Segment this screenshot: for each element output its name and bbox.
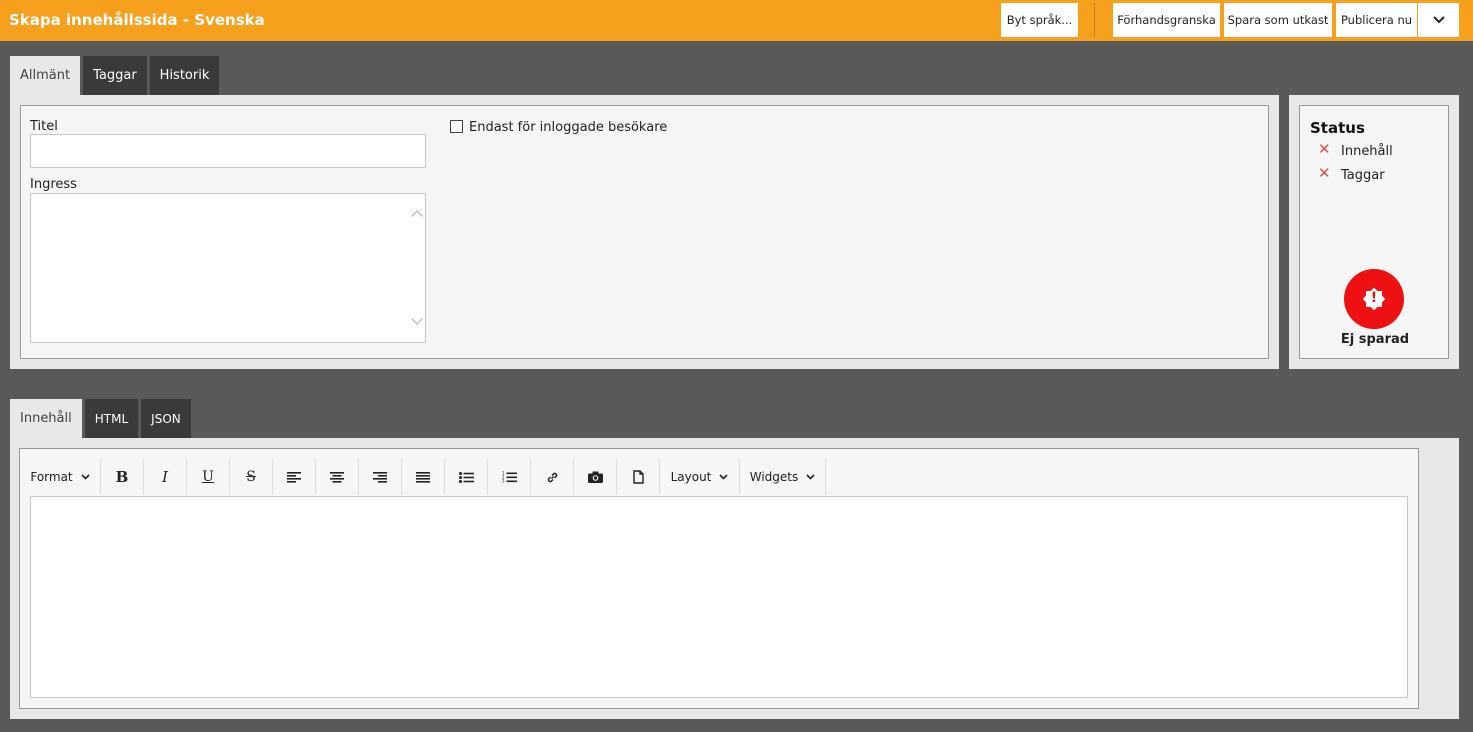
bullet-list-icon <box>458 471 474 483</box>
chevron-down-icon <box>81 474 90 480</box>
status-title: Status <box>1310 119 1365 137</box>
format-label: Format <box>30 470 73 484</box>
general-form: Titel Ingress Endast för inloggade besök… <box>20 105 1269 359</box>
align-justify-button[interactable] <box>402 459 445 495</box>
bullet-list-button[interactable] <box>445 459 488 495</box>
underline-button[interactable]: U <box>187 459 230 495</box>
title-input[interactable] <box>30 134 426 168</box>
preview-button[interactable]: Förhandsgranska <box>1113 3 1220 37</box>
status-item-content: Innehåll <box>1341 144 1393 159</box>
top-bar: Skapa innehållssida - Svenska Byt språk.… <box>0 0 1473 41</box>
page-title: Skapa innehållssida - Svenska <box>9 11 265 29</box>
tab-general[interactable]: Allmänt <box>10 56 81 95</box>
scroll-down-icon[interactable] <box>411 313 423 325</box>
publish-options-button[interactable] <box>1418 3 1459 37</box>
ingress-textarea[interactable] <box>30 193 426 343</box>
align-center-icon <box>330 471 344 483</box>
bold-button[interactable]: B <box>101 459 144 495</box>
tab-json[interactable]: JSON <box>141 399 191 438</box>
numbered-list-icon: 123 <box>502 471 517 483</box>
editor-toolbar: Format B I U S 123 Layout Widgets <box>20 459 1418 496</box>
chevron-down-icon <box>806 474 815 480</box>
save-draft-button[interactable]: Spara som utkast <box>1224 3 1332 37</box>
format-dropdown[interactable]: Format <box>20 459 101 495</box>
strikethrough-button[interactable]: S <box>230 459 273 495</box>
align-left-icon <box>287 471 301 483</box>
camera-icon <box>587 471 603 483</box>
bold-icon: B <box>115 468 129 486</box>
align-right-button[interactable] <box>359 459 402 495</box>
italic-icon: I <box>162 468 168 486</box>
link-button[interactable] <box>531 459 574 495</box>
layout-dropdown[interactable]: Layout <box>660 459 740 495</box>
logged-in-only-label: Endast för inloggade besökare <box>469 120 668 135</box>
save-state-label: Ej sparad <box>1340 332 1410 347</box>
align-center-button[interactable] <box>316 459 359 495</box>
close-icon: ✕ <box>1318 164 1331 182</box>
editor-frame: Format B I U S 123 Layout Widgets <box>19 448 1419 709</box>
insert-image-button[interactable] <box>574 459 617 495</box>
general-tabs: Allmänt Taggar Historik <box>10 56 222 95</box>
chevron-down-icon <box>1432 16 1445 24</box>
chevron-down-icon <box>719 474 728 480</box>
editor-tabs: Innehåll HTML JSON <box>10 399 194 438</box>
tab-history[interactable]: Historik <box>149 56 220 95</box>
underline-icon: U <box>202 469 214 485</box>
editor-panel: Format B I U S 123 Layout Widgets <box>10 438 1459 719</box>
toolbar-divider <box>1094 3 1095 37</box>
logged-in-only-checkbox[interactable] <box>450 120 463 133</box>
rich-text-editor[interactable] <box>30 496 1408 698</box>
scroll-up-icon[interactable] <box>411 210 423 222</box>
align-left-button[interactable] <box>273 459 316 495</box>
unsaved-alert-icon: ! <box>1344 269 1404 329</box>
svg-text:3: 3 <box>502 479 505 484</box>
title-label: Titel <box>30 119 58 134</box>
ingress-label: Ingress <box>30 177 77 192</box>
numbered-list-button[interactable]: 123 <box>488 459 531 495</box>
italic-button[interactable]: I <box>144 459 187 495</box>
layout-label: Layout <box>670 470 712 484</box>
change-language-button[interactable]: Byt språk... <box>1001 3 1078 37</box>
align-justify-icon <box>416 471 430 483</box>
close-icon: ✕ <box>1318 140 1331 158</box>
tab-tags[interactable]: Taggar <box>83 56 147 95</box>
link-icon <box>547 472 557 482</box>
tab-html[interactable]: HTML <box>84 399 139 438</box>
strikethrough-icon: S <box>246 469 256 485</box>
widgets-label: Widgets <box>749 470 799 484</box>
document-icon <box>632 470 644 484</box>
publish-button[interactable]: Publicera nu <box>1336 3 1417 37</box>
status-box: Status ✕ Innehåll ✕ Taggar ! Ej sparad <box>1299 105 1449 359</box>
status-panel: Status ✕ Innehåll ✕ Taggar ! Ej sparad <box>1289 95 1459 369</box>
align-right-icon <box>373 471 387 483</box>
insert-file-button[interactable] <box>617 459 660 495</box>
widgets-dropdown[interactable]: Widgets <box>740 459 826 495</box>
tab-content[interactable]: Innehåll <box>10 399 82 438</box>
general-panel: Titel Ingress Endast för inloggade besök… <box>10 95 1279 369</box>
status-item-tags: Taggar <box>1341 168 1385 183</box>
